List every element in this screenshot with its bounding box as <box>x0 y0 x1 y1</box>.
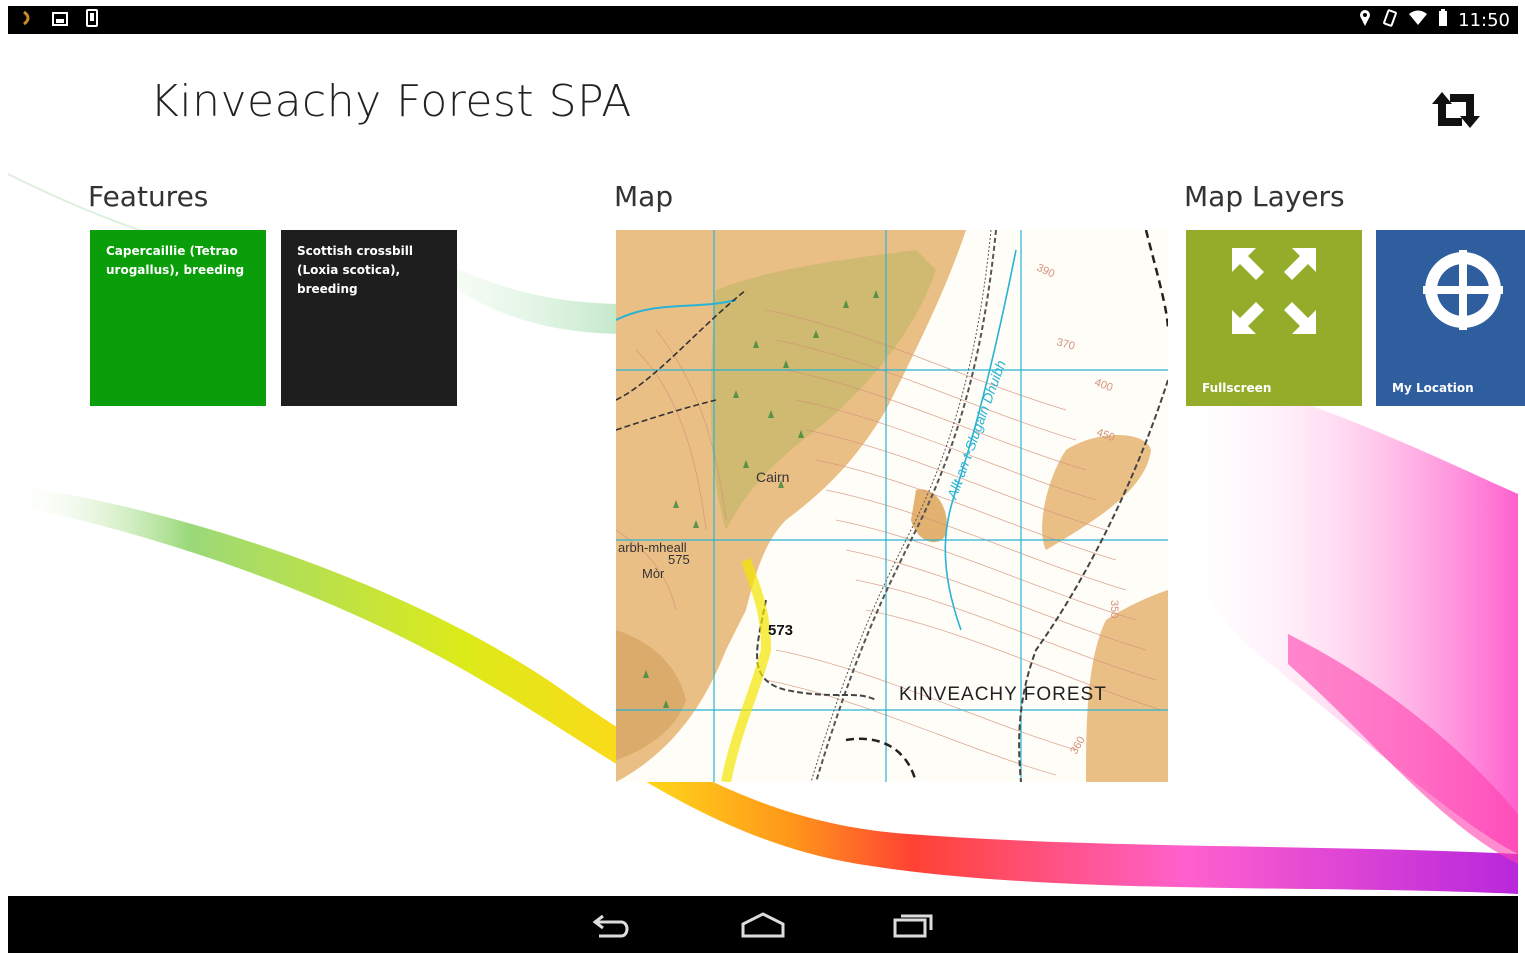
recents-icon <box>893 914 933 937</box>
status-bar: 11:50 <box>8 6 1518 34</box>
notification-icon <box>22 10 34 30</box>
map-view[interactable]: Cairn arbh-mheall Mòr 575 573 KINVEACHY … <box>616 230 1168 782</box>
map-contour-350: 350 <box>1108 600 1120 618</box>
feature-tile-label: Capercaillie (Tetrao urogallus), breedin… <box>106 244 245 277</box>
crosshair-icon <box>1423 250 1503 330</box>
sync-button[interactable] <box>1426 88 1486 132</box>
location-icon <box>1358 9 1372 32</box>
map-label-forest: KINVEACHY FOREST <box>899 684 1107 705</box>
feature-tile-crossbill[interactable]: Scottish crossbill (Loxia scotica), bree… <box>281 230 457 406</box>
my-location-label: My Location <box>1392 381 1474 395</box>
features-heading: Features <box>88 180 209 213</box>
map-heading: Map <box>614 180 674 213</box>
feature-tile-label: Scottish crossbill (Loxia scotica), bree… <box>297 244 413 296</box>
phone-icon <box>86 9 98 31</box>
back-icon <box>592 914 629 937</box>
wifi-icon <box>1408 10 1428 31</box>
fullscreen-label: Fullscreen <box>1202 381 1272 395</box>
sync-arrows-icon <box>1432 92 1480 128</box>
ordnance-survey-map: Cairn arbh-mheall Mòr 575 573 KINVEACHY … <box>616 230 1168 782</box>
map-label-hill-2: Mòr <box>642 566 665 581</box>
back-button[interactable] <box>583 905 643 945</box>
rotate-icon <box>1382 8 1398 32</box>
map-label-spot-573: 573 <box>768 622 793 639</box>
image-icon <box>52 11 68 30</box>
map-layers-heading: Map Layers <box>1184 180 1345 213</box>
battery-icon <box>1438 8 1448 32</box>
status-time: 11:50 <box>1458 9 1510 31</box>
recents-button[interactable] <box>883 905 943 945</box>
home-button[interactable] <box>733 905 793 945</box>
map-label-cairn: Cairn <box>756 469 789 485</box>
fullscreen-icon <box>1232 248 1316 334</box>
navigation-bar <box>8 896 1518 953</box>
home-icon <box>741 911 785 937</box>
page-title: Kinveachy Forest SPA <box>150 76 632 127</box>
map-label-spot-575: 575 <box>668 552 690 567</box>
feature-tile-capercaillie[interactable]: Capercaillie (Tetrao urogallus), breedin… <box>90 230 266 406</box>
fullscreen-tile[interactable]: Fullscreen <box>1186 230 1362 406</box>
my-location-tile[interactable]: My Location <box>1376 230 1525 406</box>
